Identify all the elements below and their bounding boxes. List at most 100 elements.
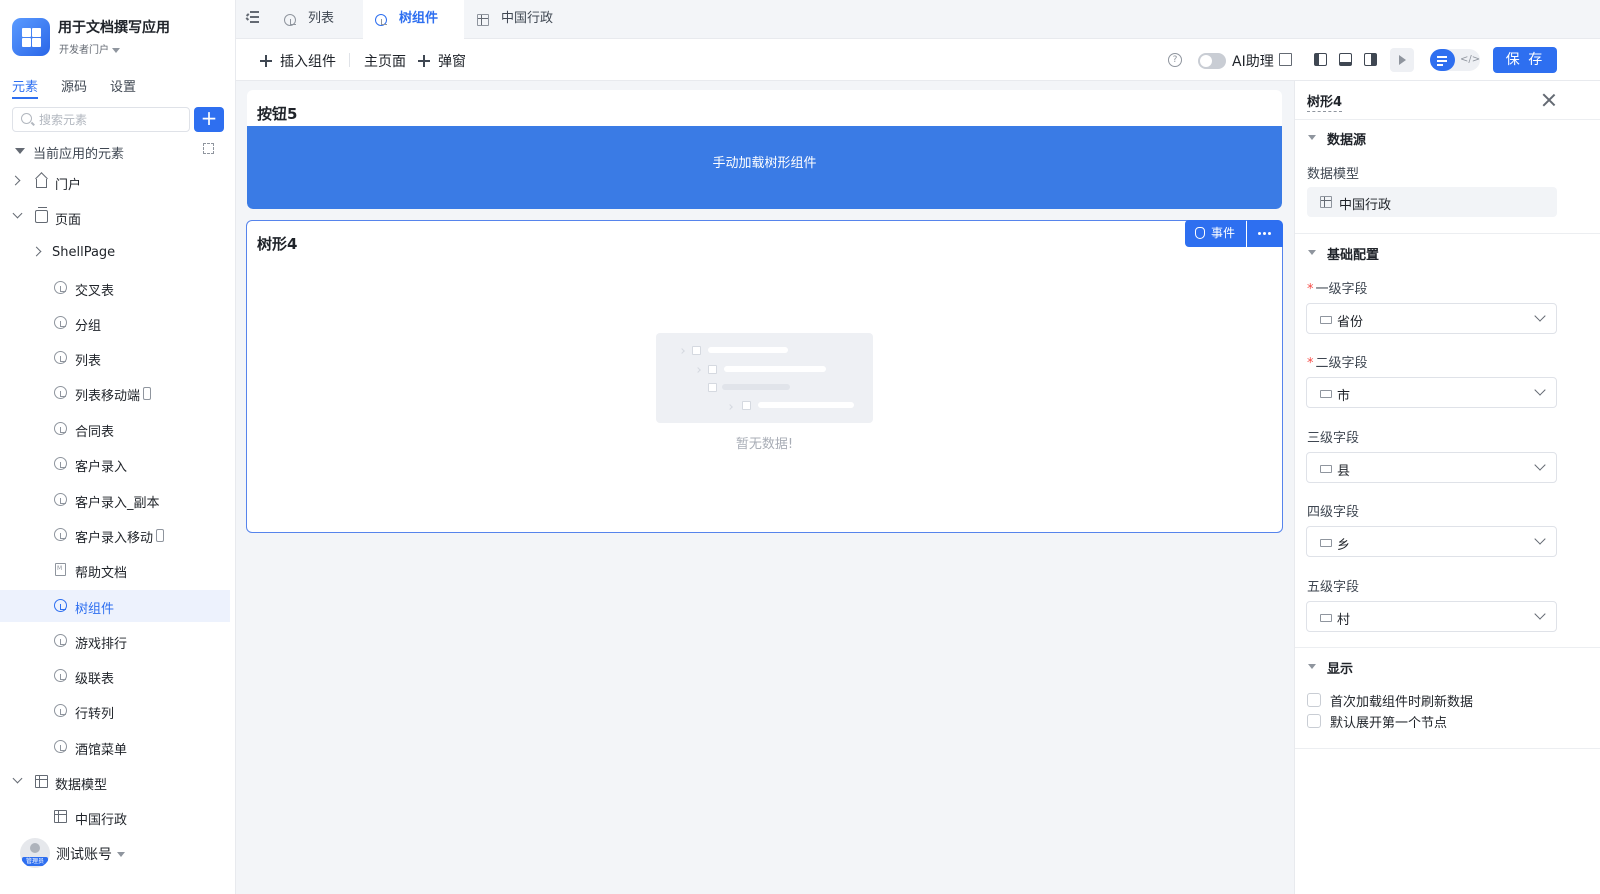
component-name[interactable]: 树形4 xyxy=(1307,91,1343,112)
tree-item-page[interactable]: 客户录入 xyxy=(0,448,230,480)
section-display[interactable]: 显示 xyxy=(1307,658,1353,677)
tab-tree-component[interactable]: 树组件 xyxy=(363,0,464,39)
more-options-button[interactable] xyxy=(1247,220,1283,247)
page-icon xyxy=(54,493,67,506)
tree-item-data-models[interactable]: 数据模型 xyxy=(0,766,230,798)
chevron-down-icon xyxy=(1534,459,1546,471)
main-page-button[interactable]: 主页面 xyxy=(364,51,406,71)
tree-item-page[interactable]: 交叉表 xyxy=(0,272,230,304)
chevron-down-icon xyxy=(1534,310,1546,322)
page-icon xyxy=(375,14,387,26)
data-model-select[interactable]: 中国行政 xyxy=(1307,187,1557,217)
section-datasource[interactable]: 数据源 xyxy=(1307,129,1366,148)
app-name: 用于文档撰写应用 xyxy=(58,20,170,36)
tab-source[interactable]: 源码 xyxy=(61,76,87,95)
tree-item-page[interactable]: 分组 xyxy=(0,307,230,339)
tab-label: 列表 xyxy=(308,11,335,26)
chevron-down-icon xyxy=(1534,384,1546,396)
tree-item-page[interactable]: 级联表 xyxy=(0,660,230,692)
right-panel-icon[interactable] xyxy=(1364,53,1377,66)
layout-icon[interactable] xyxy=(1279,53,1292,66)
chevron-right-icon xyxy=(31,246,42,257)
ai-assistant-label: AI助理 xyxy=(1232,54,1274,70)
placeholder-bar xyxy=(722,384,790,390)
tree-item-page-selected[interactable]: 树组件 xyxy=(0,590,230,622)
tree-item-model[interactable]: 中国行政 xyxy=(0,801,230,833)
tree-item-page[interactable]: 合同表 xyxy=(0,413,230,445)
portal-switcher[interactable]: 开发者门户 xyxy=(59,41,120,56)
tree-item-doc[interactable]: 帮助文档 xyxy=(0,554,230,586)
caret-down-icon xyxy=(112,47,120,53)
code-mode-button[interactable]: </> xyxy=(1460,54,1480,65)
design-mode-button[interactable] xyxy=(1430,49,1455,71)
dialog-button[interactable]: 弹窗 xyxy=(418,51,466,71)
role-badge: 管理员 xyxy=(22,857,48,866)
load-tree-button[interactable]: 手动加载树形组件 xyxy=(247,126,1282,209)
chevron-icon xyxy=(727,404,733,410)
tab-elements[interactable]: 元素 xyxy=(12,76,39,99)
checkbox[interactable] xyxy=(1307,714,1321,728)
events-button[interactable]: 事件 xyxy=(1185,220,1246,247)
level4-field-select[interactable]: 乡 xyxy=(1306,526,1557,557)
checkbox-shape xyxy=(742,401,751,410)
home-icon xyxy=(36,179,47,188)
preview-play-button[interactable] xyxy=(1390,48,1414,72)
checkbox[interactable] xyxy=(1307,693,1321,707)
editor-toolbar: 插入组件 主页面 弹窗 ? AI助理 </> 保 存 xyxy=(236,39,1600,81)
chevron-down-icon xyxy=(12,208,23,219)
section-basic-config[interactable]: 基础配置 xyxy=(1307,244,1379,263)
field-icon xyxy=(1320,390,1332,398)
required-mark: * xyxy=(1307,282,1314,297)
insert-component-button[interactable]: 插入组件 xyxy=(260,51,336,71)
collapse-arrow xyxy=(245,17,250,21)
tree-item-label: 数据模型 xyxy=(55,778,108,793)
table-icon xyxy=(35,775,48,788)
tree-item-shellpage[interactable]: ShellPage xyxy=(0,237,230,269)
field-label: 四级字段 xyxy=(1307,505,1360,520)
field-icon xyxy=(1320,539,1332,547)
save-button[interactable]: 保 存 xyxy=(1493,47,1557,73)
doc-icon xyxy=(55,563,66,576)
field-label: 三级字段 xyxy=(1307,431,1360,446)
tree-item-page[interactable]: 酒馆菜单 xyxy=(0,731,230,763)
tree-section-current-app[interactable]: 当前应用的元素 xyxy=(0,135,230,167)
tree-item-page[interactable]: 行转列 xyxy=(0,695,230,727)
bottom-panel-icon[interactable] xyxy=(1339,53,1352,66)
button-card[interactable]: 按钮5 手动加载树形组件 xyxy=(247,90,1282,209)
field-label-text: 一级字段 xyxy=(1315,282,1368,297)
search-icon xyxy=(21,113,32,124)
level1-field-select[interactable]: 省份 xyxy=(1306,303,1557,334)
search-input[interactable] xyxy=(39,110,187,129)
tree-item-page[interactable]: 客户录入移动 xyxy=(0,519,230,551)
table-icon xyxy=(477,14,489,26)
help-icon[interactable]: ? xyxy=(1168,53,1182,67)
placeholder-bar xyxy=(708,347,788,353)
collapse-sidebar-icon[interactable] xyxy=(245,11,259,23)
logo-square xyxy=(22,28,31,37)
dot xyxy=(1258,232,1261,235)
level5-field-select[interactable]: 村 xyxy=(1306,601,1557,632)
tab-china-admin[interactable]: 中国行政 xyxy=(465,0,565,39)
add-element-button[interactable]: + xyxy=(194,107,224,132)
page-icon xyxy=(54,281,67,294)
tab-list[interactable]: 列表 xyxy=(272,0,362,39)
tree-item-page[interactable]: 客户录入_副本 xyxy=(0,484,230,516)
portal-label: 开发者门户 xyxy=(59,45,109,56)
level2-field-select[interactable]: 市 xyxy=(1306,377,1557,408)
mobile-icon xyxy=(143,387,151,400)
level3-field-select[interactable]: 县 xyxy=(1306,452,1557,483)
tree-item-portal[interactable]: 门户 xyxy=(0,166,230,198)
tree-item-page[interactable]: 列表 xyxy=(0,342,230,374)
left-panel-icon[interactable] xyxy=(1314,53,1327,66)
tab-settings[interactable]: 设置 xyxy=(110,76,136,95)
tree-item-page[interactable]: 列表移动端 xyxy=(0,377,230,409)
tree-card-selected[interactable]: 树形4 事件 暂无数据! xyxy=(246,220,1283,533)
tree-settings-icon[interactable] xyxy=(203,143,214,154)
tree-item-pages[interactable]: 页面 xyxy=(0,201,230,233)
app-header[interactable]: 用于文档撰写应用 开发者门户 xyxy=(12,17,232,57)
ai-assistant-toggle[interactable] xyxy=(1198,53,1226,69)
close-icon[interactable] xyxy=(1542,93,1556,107)
account-menu[interactable]: 管理员 测试账号 xyxy=(20,838,230,868)
tree-item-page[interactable]: 游戏排行 xyxy=(0,625,230,657)
account-name: 测试账号 xyxy=(56,847,112,863)
